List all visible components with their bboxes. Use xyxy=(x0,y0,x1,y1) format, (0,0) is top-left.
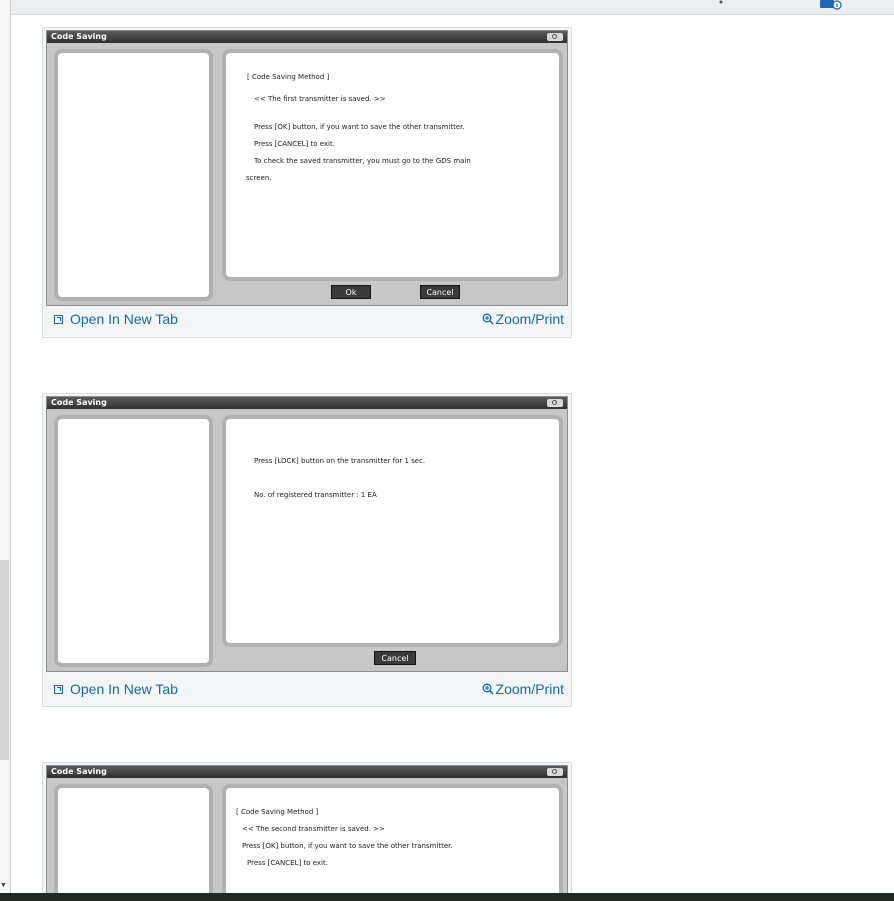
message-line: To check the saved transmitter, you must… xyxy=(254,157,471,165)
zoom-print-link[interactable]: Zoom/Print xyxy=(482,311,564,327)
open-tab-label: Open In New Tab xyxy=(70,681,178,697)
cancel-button: Cancel xyxy=(374,651,416,665)
window-title: Code Saving xyxy=(47,31,567,43)
open-tab-label: Open In New Tab xyxy=(70,311,178,327)
info-icon[interactable] xyxy=(820,0,842,10)
open-in-new-tab-link[interactable]: Open In New Tab xyxy=(54,681,178,697)
figure-1: Code Saving [ Code Saving Method ] << Th… xyxy=(42,27,572,338)
message-line: [ Code Saving Method ] xyxy=(247,73,330,81)
window-title: Code Saving xyxy=(47,397,567,409)
message-panel: Press [LOCK] button on the transmitter f… xyxy=(222,415,563,647)
figure-footer: Open In New Tab Zoom/Print xyxy=(43,307,571,329)
screenshot-window: Code Saving Press [LOCK] button on the t… xyxy=(46,396,568,672)
figure-2: Code Saving Press [LOCK] button on the t… xyxy=(42,393,572,707)
message-line: [ Code Saving Method ] xyxy=(236,808,319,816)
open-new-tab-icon xyxy=(54,314,63,324)
open-new-tab-icon xyxy=(54,684,63,694)
message-line: << The first transmitter is saved. >> xyxy=(254,95,386,103)
window-title: Code Saving xyxy=(47,766,567,778)
camera-icon xyxy=(547,768,563,776)
screenshot-window: Code Saving [ Code Saving Method ] << Th… xyxy=(46,765,568,894)
figure-3: Code Saving [ Code Saving Method ] << Th… xyxy=(42,762,572,895)
cancel-button: Cancel xyxy=(420,285,460,299)
bullet-icon xyxy=(719,0,723,4)
screenshot-window: Code Saving [ Code Saving Method ] << Th… xyxy=(46,30,568,306)
message-line: << The second transmitter is saved. >> xyxy=(242,825,385,833)
scroll-down-icon[interactable]: ▼ xyxy=(0,882,7,889)
open-in-new-tab-link[interactable]: Open In New Tab xyxy=(54,311,178,327)
message-line: No. of registered transmitter : 1 EA xyxy=(254,491,377,499)
camera-icon xyxy=(547,399,563,407)
message-line: Press [OK] button, if you want to save t… xyxy=(242,842,453,850)
ok-button: Ok xyxy=(331,285,371,299)
left-panel xyxy=(54,49,213,301)
left-panel xyxy=(54,415,213,667)
message-panel: [ Code Saving Method ] << The second tra… xyxy=(222,784,563,894)
message-line: screen. xyxy=(246,174,272,182)
left-panel xyxy=(54,784,213,894)
zoom-in-icon xyxy=(482,313,494,325)
message-panel: [ Code Saving Method ] << The first tran… xyxy=(222,49,563,281)
zoom-label: Zoom/Print xyxy=(495,681,564,697)
bottom-taskbar xyxy=(0,893,894,901)
zoom-print-link[interactable]: Zoom/Print xyxy=(482,681,564,697)
message-line: Press [OK] button, if you want to save t… xyxy=(254,123,465,131)
message-line: Press [CANCEL] to exit. xyxy=(254,140,335,148)
message-line: Press [LOCK] button on the transmitter f… xyxy=(254,457,426,465)
top-toolbar xyxy=(0,0,894,15)
zoom-label: Zoom/Print xyxy=(495,311,564,327)
camera-icon xyxy=(547,33,563,41)
zoom-in-icon xyxy=(482,683,494,695)
message-line: Press [CANCEL] to exit. xyxy=(247,859,328,867)
left-scrollbar[interactable]: ▼ xyxy=(0,0,11,893)
figure-footer: Open In New Tab Zoom/Print xyxy=(43,677,571,699)
scrollbar-thumb[interactable] xyxy=(0,560,9,760)
